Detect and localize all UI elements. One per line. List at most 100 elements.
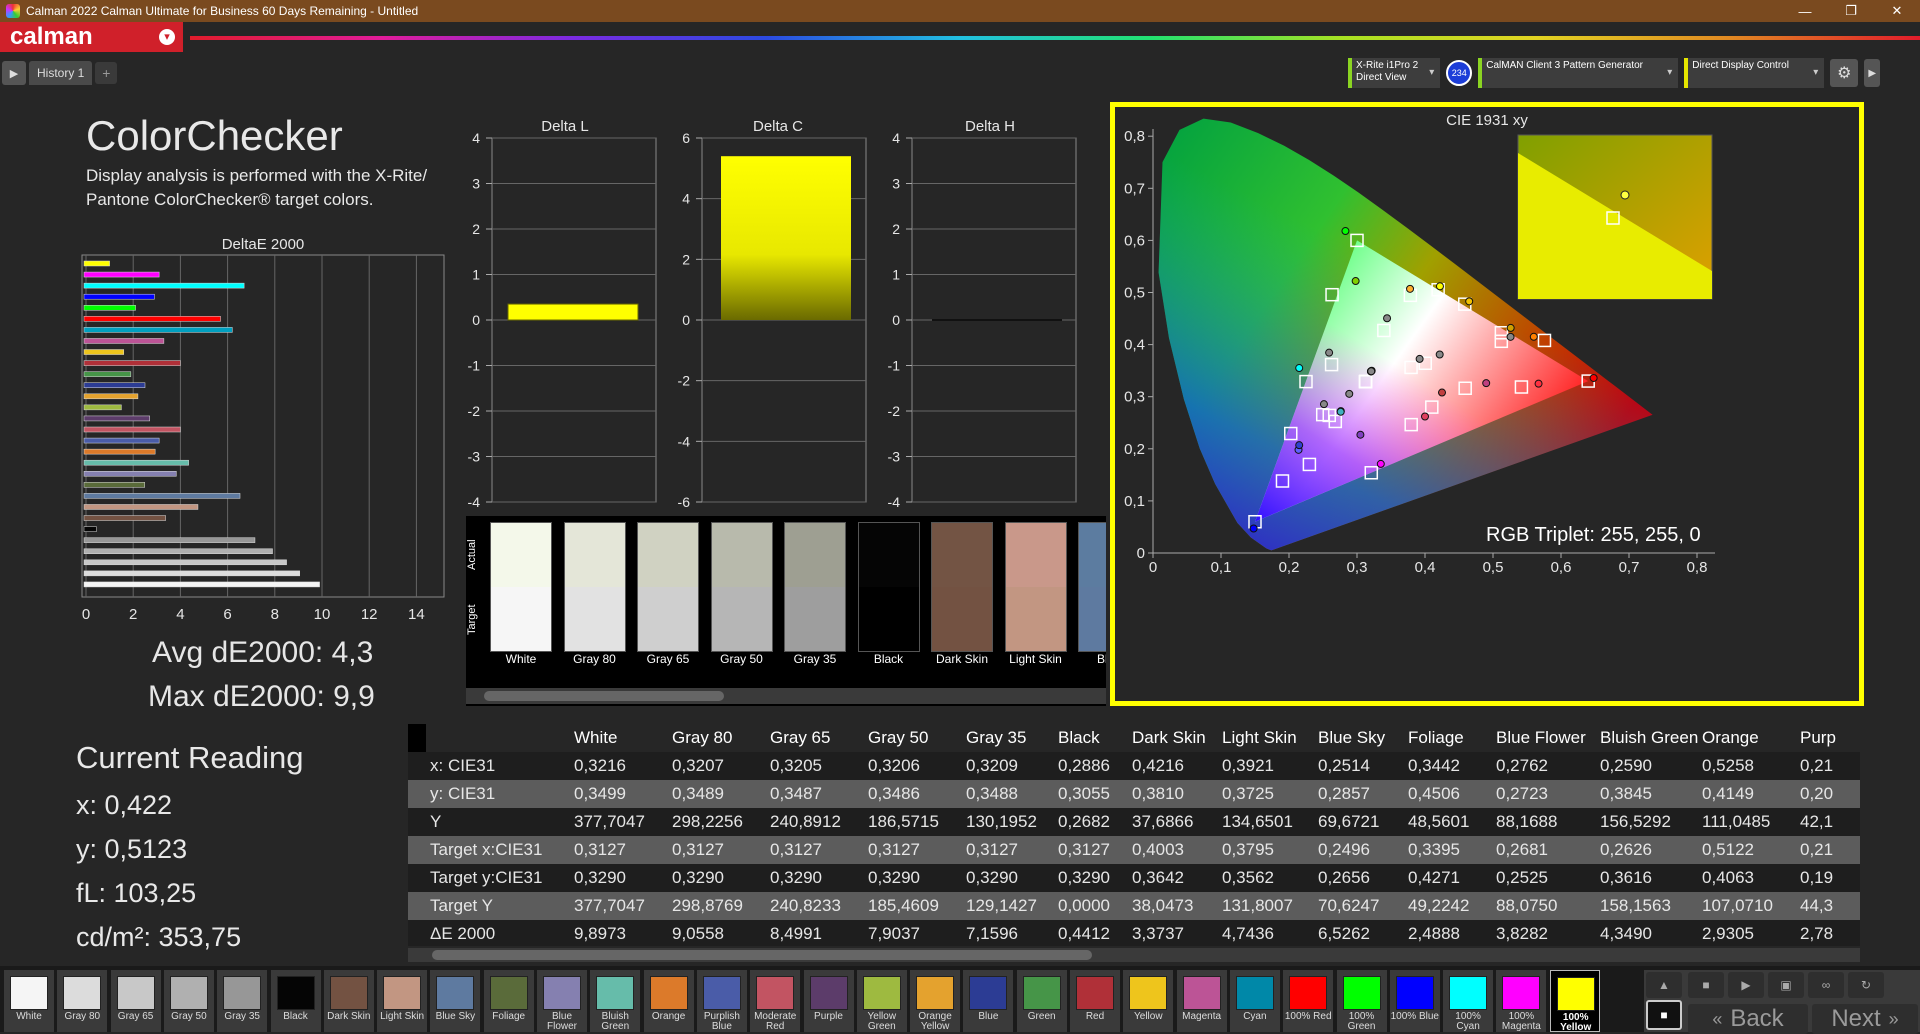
table-cell: 0,3127 (770, 840, 822, 859)
refresh-icon[interactable]: ↻ (1848, 972, 1884, 998)
table-scrollbar[interactable] (408, 948, 1860, 962)
play-icon[interactable]: ▶ (2, 61, 26, 85)
cie-x-tick-label: 0,4 (1415, 559, 1436, 576)
patch-purple[interactable]: Purple (803, 970, 854, 1032)
maximize-button[interactable]: ❐ (1828, 0, 1874, 22)
scrollbar-thumb[interactable] (432, 950, 1092, 960)
meter-selector[interactable]: X-Rite i1Pro 2 Direct View ▾ (1348, 58, 1441, 88)
patch-red[interactable]: Red (1070, 970, 1120, 1032)
table-cell: 88,0750 (1496, 896, 1558, 915)
calman-logo-menu[interactable]: calman ▾ (0, 22, 183, 52)
table-cell: 0,3489 (672, 784, 724, 803)
save-icon[interactable]: ▣ (1768, 972, 1804, 998)
patch-foliage[interactable]: Foliage (483, 970, 534, 1032)
patch-color (169, 976, 208, 1010)
scrollbar-thumb[interactable] (484, 691, 724, 701)
patch-gray-65[interactable]: Gray 65 (110, 970, 161, 1032)
table-row-label: x: CIE31 (430, 756, 496, 775)
patch-gray-80[interactable]: Gray 80 (57, 970, 108, 1032)
patch-100-cyan[interactable]: 100% Cyan (1443, 970, 1494, 1032)
swatch-scrollbar[interactable] (466, 688, 1106, 704)
patch-label: Moderate Red (754, 1011, 797, 1032)
loop-icon[interactable]: ∞ (1808, 972, 1844, 998)
patch-yellow-green[interactable]: Yellow Green (856, 970, 907, 1032)
swatch-gray-35 (784, 522, 846, 652)
stop-icon[interactable]: ■ (1646, 1000, 1682, 1030)
cie-measured-marker (1336, 407, 1345, 416)
patch-blue-flower[interactable]: Blue Flower (537, 970, 587, 1032)
patch-color (916, 976, 955, 1010)
table-row: Target y:CIE31 0,3290 0,3290 0,3290 0,3290 0,… (408, 864, 1860, 892)
table-cell: 49,2242 (1408, 896, 1470, 915)
display-control-selector[interactable]: Direct Display Control ▾ (1684, 58, 1825, 88)
close-button[interactable]: ✕ (1874, 0, 1920, 22)
app-icon (6, 4, 20, 18)
cie-x-tick-label: 0,3 (1347, 559, 1368, 576)
patch-white[interactable]: White (4, 970, 54, 1032)
patch-green[interactable]: Green (1016, 970, 1067, 1032)
up-icon[interactable]: ▲ (1646, 972, 1682, 998)
table-cell: 0,2514 (1318, 756, 1370, 775)
patch-100-yellow[interactable]: 100% Yellow (1549, 970, 1600, 1033)
swatch-label: Gray 65 (646, 652, 690, 666)
meter-badge[interactable]: 234 (1446, 60, 1473, 86)
swatch-dark-skin (931, 522, 993, 652)
patch-black[interactable]: Black (270, 970, 321, 1032)
swatch-target (785, 587, 845, 651)
patch-cyan[interactable]: Cyan (1229, 970, 1280, 1032)
patch-orange[interactable]: Orange (643, 970, 694, 1032)
stop-button[interactable]: ■ (1688, 972, 1724, 998)
next-button[interactable]: Next » (1812, 1004, 1918, 1034)
patch-color (276, 976, 315, 1010)
table-cell: 0,3442 (1408, 756, 1460, 775)
play-button[interactable]: ▶ (1728, 972, 1764, 998)
patch-color (649, 976, 688, 1010)
table-column-header: Black (1058, 728, 1100, 747)
table-cell: 0,3486 (868, 784, 920, 803)
patch-label: 100% Yellow (1560, 1012, 1592, 1033)
back-label: Back (1730, 1005, 1784, 1032)
back-button[interactable]: « Back (1688, 1004, 1808, 1034)
patch-gray-50[interactable]: Gray 50 (163, 970, 214, 1032)
table-cell: 0,3127 (966, 840, 1018, 859)
patch-light-skin[interactable]: Light Skin (377, 970, 428, 1032)
patch-blue[interactable]: Blue (963, 970, 1014, 1032)
table-cell: 0,3290 (868, 868, 920, 887)
add-tab-button[interactable]: + (95, 62, 118, 84)
patch-100-magenta[interactable]: 100% Magenta (1496, 970, 1547, 1032)
pattern-generator-selector[interactable]: CalMAN Client 3 Pattern Generator ▾ (1478, 58, 1679, 88)
table-cell: 8,4991 (770, 924, 822, 943)
deltae-plot-area (81, 254, 445, 598)
table-cell: 0,4412 (1058, 924, 1110, 943)
deltae-bar (83, 482, 145, 488)
patch-moderate-red[interactable]: Moderate Red (750, 970, 801, 1032)
tab-history-1[interactable]: History 1 (29, 61, 93, 85)
patch-color (543, 976, 581, 1010)
patch-bluish-green[interactable]: Bluish Green (590, 970, 641, 1032)
minimize-button[interactable]: — (1782, 0, 1828, 22)
patch-yellow[interactable]: Yellow (1123, 970, 1174, 1032)
logo-text: calman (10, 23, 93, 50)
patch-blue-sky[interactable]: Blue Sky (430, 970, 481, 1032)
patch-orange-yellow[interactable]: Orange Yellow (910, 970, 961, 1032)
cie-y-tick-label: 0,4 (1124, 337, 1145, 354)
table-cell: 4,3490 (1600, 924, 1652, 943)
patch-100-blue[interactable]: 100% Blue (1389, 970, 1440, 1032)
table-cell: 2,4888 (1408, 924, 1460, 943)
patch-gray-35[interactable]: Gray 35 (217, 970, 268, 1032)
side-panel-toggle[interactable]: ▶ (1864, 59, 1881, 87)
patch-magenta[interactable]: Magenta (1176, 970, 1227, 1032)
patch-color (702, 976, 741, 1010)
patch-dark-skin[interactable]: Dark Skin (323, 970, 374, 1032)
patch-100-green[interactable]: 100% Green (1336, 970, 1387, 1032)
table-cell: 88,1688 (1496, 812, 1558, 831)
patch-100-red[interactable]: 100% Red (1283, 970, 1334, 1032)
patch-label: 100% Cyan (1455, 1011, 1481, 1032)
patch-purplish-blue[interactable]: Purplish Blue (696, 970, 747, 1032)
delta-tick-label: -2 (888, 403, 901, 419)
table-row-label: y: CIE31 (430, 784, 496, 803)
next-arrow-icon: » (1888, 1008, 1899, 1029)
swatch-label: Dark Skin (935, 652, 988, 666)
gear-icon[interactable]: ⚙ (1830, 59, 1859, 87)
table-cell: 0,2762 (1496, 756, 1548, 775)
